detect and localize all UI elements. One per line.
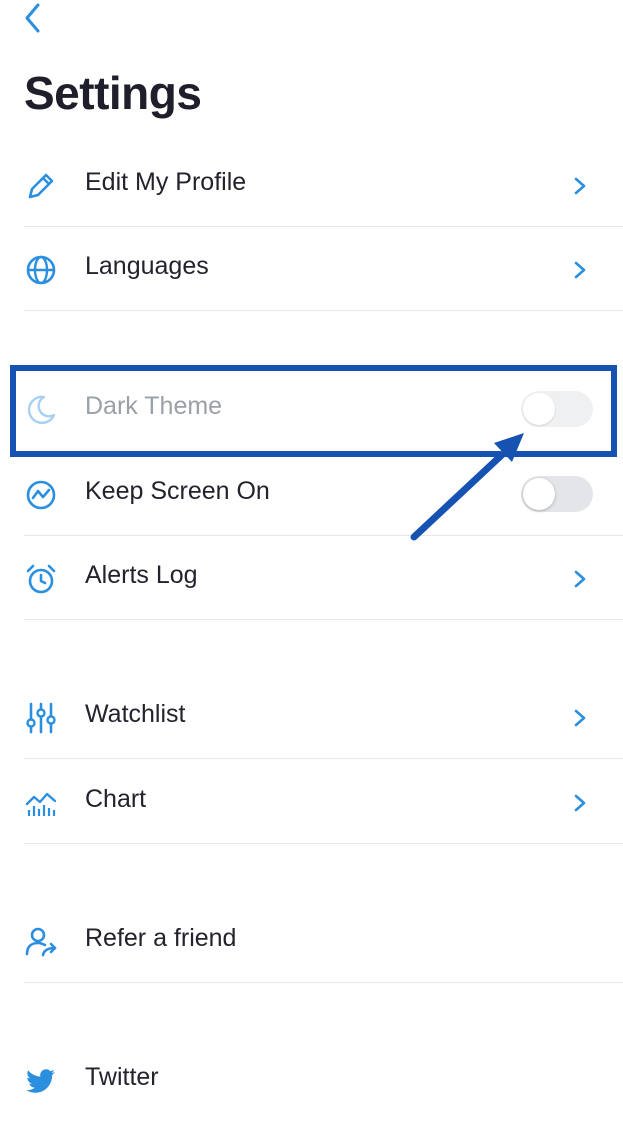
chevron-right-icon	[574, 709, 586, 727]
settings-item-twitter[interactable]: Twitter	[0, 1038, 623, 1122]
globe-icon	[26, 255, 56, 285]
chevron-right-icon	[574, 177, 586, 195]
divider	[24, 982, 623, 983]
divider	[24, 619, 623, 620]
settings-item-chart[interactable]: Chart	[0, 760, 623, 844]
annotation-arrow-icon	[410, 433, 524, 541]
settings-item-languages[interactable]: Languages	[0, 227, 623, 311]
settings-item-label: Edit My Profile	[85, 168, 247, 196]
chevron-right-icon	[574, 794, 586, 812]
settings-item-label: Refer a friend	[85, 924, 237, 952]
settings-item-label: Languages	[85, 252, 209, 280]
settings-item-edit-profile[interactable]: Edit My Profile	[0, 143, 623, 227]
settings-item-watchlist[interactable]: Watchlist	[0, 675, 623, 759]
settings-item-refer-friend[interactable]: Refer a friend	[0, 899, 623, 983]
settings-item-label: Keep Screen On	[85, 477, 270, 505]
settings-item-label: Twitter	[85, 1063, 159, 1091]
settings-item-label: Watchlist	[85, 700, 186, 728]
screen-activity-icon	[26, 480, 56, 510]
chart-icon	[25, 792, 57, 816]
divider	[24, 758, 623, 759]
sliders-icon	[26, 702, 56, 734]
page-title: Settings	[24, 67, 202, 119]
divider	[24, 843, 623, 844]
settings-item-label: Alerts Log	[85, 561, 198, 589]
alarm-clock-icon	[26, 564, 56, 594]
twitter-icon	[26, 1069, 55, 1093]
back-chevron-icon[interactable]	[18, 0, 48, 36]
settings-item-label: Chart	[85, 785, 147, 813]
divider	[24, 310, 623, 311]
user-share-icon	[25, 927, 57, 957]
pencil-icon	[28, 173, 54, 199]
chevron-right-icon	[574, 261, 586, 279]
chevron-right-icon	[574, 570, 586, 588]
